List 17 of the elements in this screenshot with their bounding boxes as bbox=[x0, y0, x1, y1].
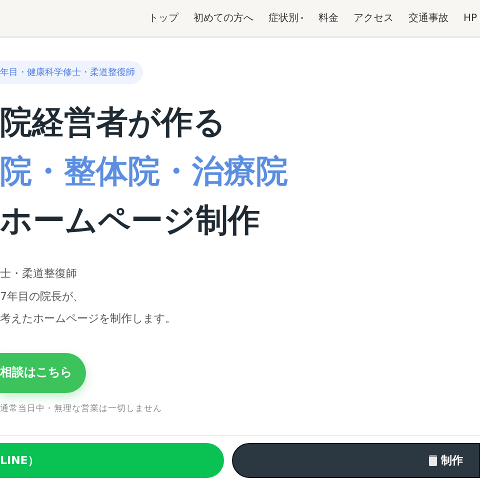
body-text: 士・柔道整復師 bbox=[0, 266, 78, 282]
form-button[interactable]: 制作 bbox=[232, 443, 480, 478]
nav-link[interactable]: HP bbox=[463, 11, 477, 25]
nav-link[interactable]: 交通事故 bbox=[408, 11, 448, 25]
headline-line: 院・整体院・治療院 bbox=[0, 151, 289, 192]
nav-link[interactable]: 症状別 bbox=[268, 11, 304, 25]
credential-badge: 年目・健康科学修士・柔道整復師 bbox=[0, 61, 143, 84]
note-text: 通常当日中・無理な営業は一切しません bbox=[0, 402, 163, 414]
nav-link[interactable]: アクセス bbox=[353, 11, 394, 25]
nav-link[interactable]: 初めての方へ bbox=[193, 11, 254, 25]
headline-line: 院経営者が作る bbox=[0, 102, 227, 143]
body-text: 7年目の院長が、 bbox=[0, 288, 85, 304]
nav-link[interactable]: トップ bbox=[148, 11, 178, 25]
nav-link[interactable]: 料金 bbox=[318, 11, 338, 25]
body-text: 考えたホームページを制作します。 bbox=[0, 311, 177, 327]
headline-line: ホームページ制作 bbox=[0, 200, 261, 241]
clipboard-icon bbox=[429, 455, 437, 466]
